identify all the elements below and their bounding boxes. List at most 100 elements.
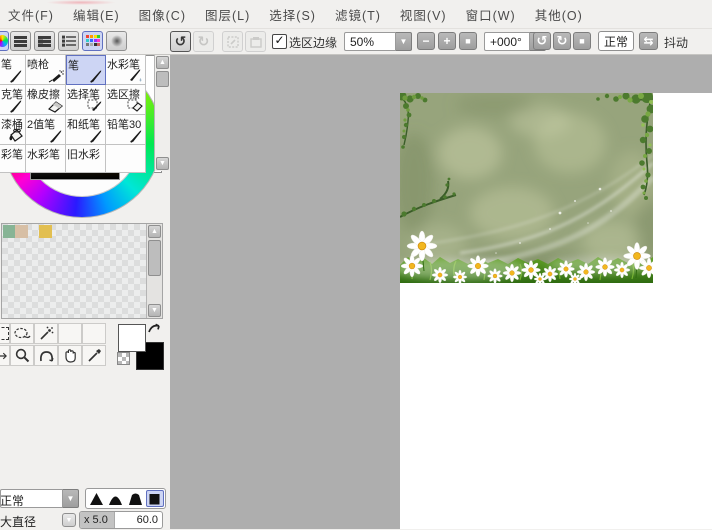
brush-tool-2值笔[interactable]: 2值笔	[26, 115, 66, 145]
brush-tool-水彩笔[interactable]: 水彩笔	[26, 145, 66, 173]
move-tool[interactable]	[0, 345, 10, 366]
foreground-color-swatch[interactable]	[118, 324, 146, 352]
brush-tool-喷枪[interactable]: 喷枪	[26, 55, 66, 85]
chevron-down-icon[interactable]: ▼	[63, 489, 79, 508]
undo-button[interactable]: ↺	[170, 31, 191, 52]
swatch-scrollbar[interactable]: ▲ ▼	[146, 224, 162, 318]
zoom-in-button[interactable]: +	[438, 32, 456, 50]
brush-tool-彩笔[interactable]: 彩笔	[0, 145, 26, 173]
blend-mode-value[interactable]: 正常	[0, 489, 63, 508]
marquee-tool[interactable]	[0, 323, 10, 344]
flip-view-button[interactable]: ⇆	[639, 32, 658, 50]
scratchpad-toggle-button[interactable]	[106, 31, 127, 51]
swap-colors-icon[interactable]	[147, 322, 163, 335]
brush-tool-铅笔30[interactable]: 铅笔30	[106, 115, 146, 145]
menu-item[interactable]: 图层(L)	[202, 3, 253, 26]
swatch-panel[interactable]: ▲ ▼	[1, 223, 163, 319]
edge-shape-square-button[interactable]	[145, 490, 164, 507]
brush-tool-水彩笔[interactable]: 水彩笔	[106, 55, 146, 85]
redo-button[interactable]: ↻	[193, 31, 214, 52]
scroll-up-icon[interactable]: ▲	[148, 225, 161, 238]
view-normal-button[interactable]: 正常	[598, 31, 634, 51]
color-swatch[interactable]	[15, 225, 28, 238]
edge-shape-round-button[interactable]	[107, 490, 125, 507]
menu-item[interactable]: 窗口(W)	[463, 3, 519, 26]
size-multiplier[interactable]: x 5.0	[80, 512, 115, 528]
brush-tool-选择笔[interactable]: 选择笔	[66, 85, 106, 115]
transparent-color-button[interactable]	[117, 352, 130, 365]
menu-item[interactable]: 编辑(E)	[70, 3, 123, 26]
brush-tool-label: 旧水彩	[67, 149, 100, 161]
brush-tool-漆桶[interactable]: 漆桶	[0, 115, 26, 145]
hand-icon	[64, 349, 76, 363]
zoom-combobox[interactable]: 50% ▼	[344, 32, 412, 51]
empty-tool-slot	[58, 323, 82, 344]
chevron-down-icon[interactable]: ▼	[396, 32, 412, 51]
zoom-value[interactable]: 50%	[344, 32, 396, 51]
brush-grid-scrollbar[interactable]: ▲ ▼	[154, 55, 170, 171]
menu-item[interactable]: 文件(F)	[5, 3, 57, 26]
magic-wand-tool[interactable]	[34, 323, 58, 344]
brush-tool-橡皮擦[interactable]: 橡皮擦	[26, 85, 66, 115]
color-swatch[interactable]	[39, 225, 52, 238]
rotate-cw-button[interactable]: ↻	[553, 32, 571, 50]
rotate-view-tool[interactable]	[34, 345, 58, 366]
brush-size-slider[interactable]: x 5.0 60.0	[79, 511, 163, 529]
selection-edge-checkbox[interactable]: ✓	[272, 34, 287, 49]
toolbar: ↺ ↻ ✓ 选区边缘 50% ▼ − + ■ +000° ▼ ↺ ↻	[0, 29, 712, 55]
rotate-reset-button[interactable]: ■	[573, 32, 591, 50]
hsv-bars-icon	[38, 35, 51, 47]
dome-shape-icon	[109, 496, 123, 505]
selection-edge-label: 选区边缘	[289, 36, 338, 50]
hsv-slider-toggle-button[interactable]	[34, 31, 55, 51]
move-arrow-icon	[0, 352, 7, 359]
brush-grid: 笔喷枪笔水彩笔 克笔 橡皮擦 选择笔 选区擦 漆桶 2值笔 和纸笔 铅笔30 彩笔 水彩笔 旧水彩 ▲…	[0, 55, 170, 173]
workspace[interactable]	[170, 55, 712, 529]
brush-tool-笔[interactable]: 笔	[66, 55, 106, 85]
brush-tool-旧水彩[interactable]: 旧水彩	[66, 145, 106, 173]
brush-tool-选区擦[interactable]: 选区擦	[106, 85, 146, 115]
triangle-shape-icon	[89, 492, 103, 505]
size-dropdown-button[interactable]: ▼	[62, 513, 76, 527]
scrollbar-thumb[interactable]	[148, 240, 161, 276]
scratchpad-icon	[110, 35, 123, 47]
brush-tool-克笔[interactable]: 克笔	[0, 85, 26, 115]
edge-shape-hard-button[interactable]	[87, 490, 105, 507]
rotate-ccw-button[interactable]: ↺	[533, 32, 551, 50]
rgb-slider-toggle-button[interactable]	[10, 31, 31, 51]
lasso-tool[interactable]	[10, 323, 34, 344]
menu-item[interactable]: 其他(O)	[532, 3, 586, 26]
selection-paste-button[interactable]	[245, 31, 266, 52]
zoom-out-button[interactable]: −	[417, 32, 435, 50]
size-value: 60.0	[136, 514, 158, 526]
scroll-down-icon[interactable]: ▼	[156, 157, 169, 170]
menu-item[interactable]: 选择(S)	[266, 3, 319, 26]
brush-tool-笔[interactable]: 笔	[0, 55, 26, 85]
zoom-tool[interactable]	[10, 345, 34, 366]
scroll-up-icon[interactable]: ▲	[156, 56, 169, 69]
blend-mode-combobox[interactable]: 正常 ▼	[0, 489, 79, 508]
selection-paste-icon	[249, 36, 262, 48]
redo-icon: ↻	[197, 33, 210, 49]
swatches-toggle-button[interactable]	[82, 31, 103, 51]
canvas[interactable]	[400, 93, 712, 529]
hand-tool[interactable]	[58, 345, 82, 366]
rotate-cw-icon: ↻	[556, 33, 568, 48]
empty-tool-slot	[82, 323, 106, 344]
color-mixer-toggle-button[interactable]	[58, 31, 79, 51]
edge-shape-flat-button[interactable]	[126, 490, 144, 507]
zoom-reset-button[interactable]: ■	[459, 32, 477, 50]
scroll-down-icon[interactable]: ▼	[148, 304, 161, 317]
canvas-image[interactable]	[400, 93, 653, 283]
menu-item[interactable]: 图像(C)	[136, 3, 189, 26]
angle-value[interactable]: +000°	[484, 32, 530, 51]
selection-transfer-button[interactable]	[222, 31, 243, 52]
color-wheel-toggle-button[interactable]	[0, 31, 9, 51]
menu-item[interactable]: 视图(V)	[397, 3, 450, 26]
eyedropper-tool[interactable]	[82, 345, 106, 366]
brush-tool-和纸笔[interactable]: 和纸笔	[66, 115, 106, 145]
scrollbar-thumb[interactable]	[156, 71, 169, 87]
brush-tool-empty[interactable]	[106, 145, 146, 173]
square-icon: ■	[579, 36, 585, 46]
menu-item[interactable]: 滤镜(T)	[332, 3, 384, 26]
